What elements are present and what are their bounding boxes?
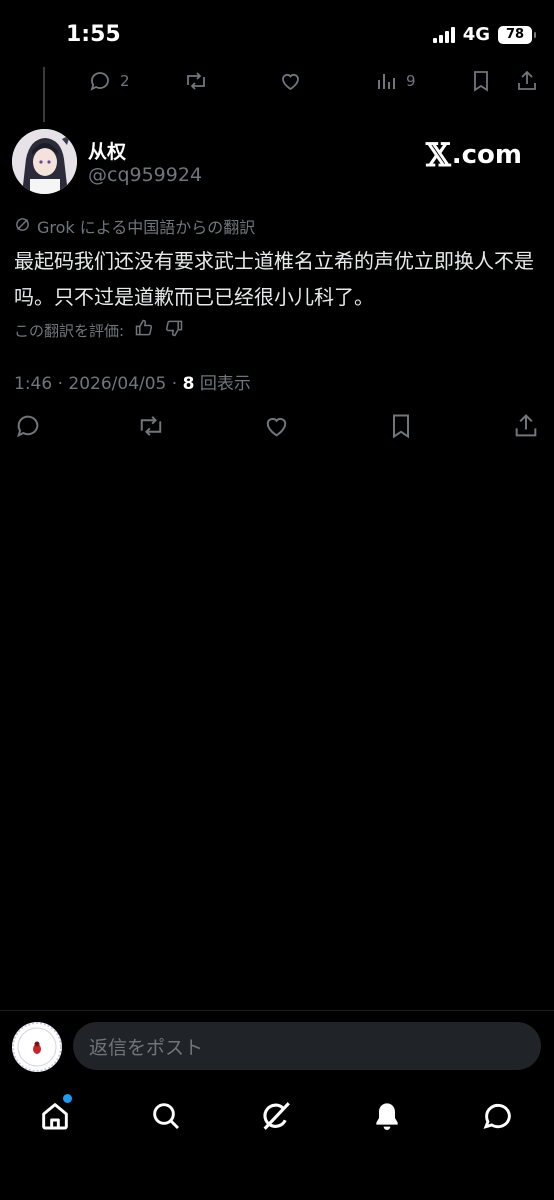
status-time: 1:55 — [66, 22, 121, 47]
heart-icon — [262, 412, 291, 444]
tweet-bookmark-button[interactable] — [388, 412, 414, 444]
repost-icon — [183, 69, 209, 93]
reply-action[interactable]: 2 — [88, 69, 130, 93]
grok-icon — [14, 216, 31, 237]
nav-messages[interactable] — [470, 1090, 526, 1146]
share-action[interactable] — [515, 69, 539, 93]
bookmark-icon — [470, 69, 492, 93]
nav-grok[interactable] — [248, 1090, 304, 1146]
reply-icon — [14, 412, 42, 444]
grok-icon — [259, 1099, 293, 1137]
x-logo-mark: 𝕏 — [425, 136, 451, 174]
reply-count: 2 — [120, 72, 130, 90]
like-action[interactable] — [278, 69, 303, 93]
nav-notifications[interactable] — [359, 1090, 415, 1146]
search-icon — [150, 1100, 182, 1136]
bookmark-icon — [388, 412, 414, 444]
views-icon — [376, 69, 398, 93]
tweet-views-count: 8 — [182, 374, 195, 394]
thumbs-up-icon[interactable] — [134, 318, 154, 342]
bookmark-action[interactable] — [470, 69, 492, 93]
rate-label: この翻訳を評価: — [14, 321, 125, 340]
author-avatar[interactable] — [12, 129, 77, 194]
tweet-meta: 1:46 · 2026/04/05 · 8 回表示 — [14, 369, 251, 394]
share-icon — [515, 69, 539, 93]
divider — [0, 1010, 554, 1011]
bottom-nav — [0, 1090, 554, 1146]
tweet-text: 最起码我们还没有要求武士道椎名立希的声优立即换人不是吗。只不过是道歉而已已经很小… — [14, 249, 534, 309]
battery-level: 78 — [505, 27, 525, 42]
tweet-time: 1:46 · 2026/04/05 · — [14, 374, 183, 394]
my-avatar[interactable] — [12, 1022, 62, 1072]
translation-label[interactable]: Grok による中国語からの翻訳 — [14, 214, 255, 238]
reply-input[interactable]: 返信をポスト — [73, 1022, 541, 1070]
signal-icon — [432, 26, 455, 43]
xcom-text: .com — [451, 140, 522, 170]
previous-tweet-actions: 2 9 — [0, 67, 554, 97]
nav-home[interactable] — [27, 1090, 83, 1146]
tweet-repost-button[interactable] — [136, 412, 166, 444]
battery-icon: 78 — [498, 25, 536, 44]
tweet-reply-button[interactable] — [14, 412, 42, 444]
tweet-like-button[interactable] — [262, 412, 291, 444]
views-count: 9 — [406, 72, 416, 90]
user-handle[interactable]: @cq959924 — [88, 164, 202, 186]
translation-label-text: Grok による中国語からの翻訳 — [37, 218, 256, 237]
bell-icon — [371, 1100, 403, 1136]
notification-dot — [63, 1094, 72, 1103]
thumbs-down-icon[interactable] — [164, 318, 184, 342]
views-action[interactable]: 9 — [376, 69, 416, 93]
xcom-watermark: 𝕏 .com — [426, 136, 522, 174]
nav-search[interactable] — [138, 1090, 194, 1146]
messages-icon — [482, 1100, 514, 1136]
heart-icon — [278, 69, 303, 93]
status-indicators: 4G 78 — [432, 24, 536, 45]
home-icon — [39, 1100, 71, 1136]
tweet-actions — [0, 412, 554, 442]
repost-action[interactable] — [183, 69, 209, 93]
tweet-views-label: 回表示 — [199, 374, 251, 394]
rate-translation: この翻訳を評価: — [14, 318, 184, 342]
display-name[interactable]: 从权 — [88, 137, 126, 164]
reply-icon — [88, 69, 112, 93]
share-icon — [512, 412, 540, 444]
repost-icon — [136, 412, 166, 444]
tweet-share-button[interactable] — [512, 412, 540, 444]
network-label: 4G — [462, 24, 490, 45]
